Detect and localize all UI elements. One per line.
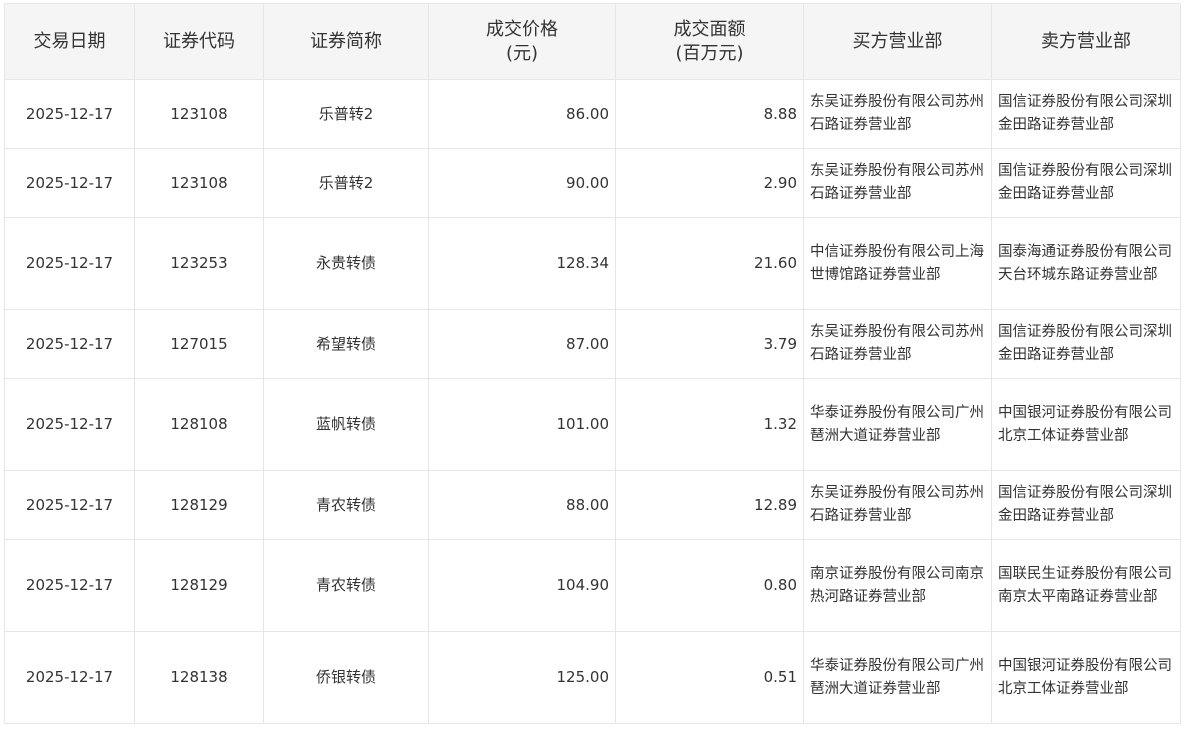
cell-trade-price: 87.00 [428, 309, 616, 379]
cell-security-code: 128129 [134, 470, 264, 540]
cell-buyer-branch: 东吴证券股份有限公司苏州石路证券营业部 [803, 309, 992, 379]
cell-trade-price: 104.90 [428, 539, 616, 632]
cell-trade-price: 125.00 [428, 631, 616, 724]
cell-trade-date: 2025-12-17 [4, 470, 135, 540]
cell-security-code: 128129 [134, 539, 264, 632]
cell-security-name: 乐普转2 [263, 148, 429, 218]
cell-trade-price: 86.00 [428, 79, 616, 149]
cell-security-name: 青农转债 [263, 539, 429, 632]
cell-buyer-branch: 南京证券股份有限公司南京热河路证券营业部 [803, 539, 992, 632]
cell-security-code: 123253 [134, 217, 264, 310]
cell-buyer-branch: 华泰证券股份有限公司广州琶洲大道证券营业部 [803, 631, 992, 724]
table-row: 2025-12-17 128108 蓝帆转债 101.00 1.32 华泰证券股… [4, 378, 1181, 471]
table-row: 2025-12-17 128129 青农转债 104.90 0.80 南京证券股… [4, 539, 1181, 632]
cell-trade-amount: 0.80 [615, 539, 804, 632]
cell-seller-branch: 国信证券股份有限公司深圳金田路证券营业部 [991, 79, 1181, 149]
cell-trade-amount: 2.90 [615, 148, 804, 218]
cell-buyer-branch: 东吴证券股份有限公司苏州石路证券营业部 [803, 148, 992, 218]
cell-security-name: 希望转债 [263, 309, 429, 379]
header-trade-date[interactable]: 交易日期 [4, 3, 135, 80]
cell-trade-price: 88.00 [428, 470, 616, 540]
table-row: 2025-12-17 123108 乐普转2 86.00 8.88 东吴证券股份… [4, 79, 1181, 149]
cell-security-name: 乐普转2 [263, 79, 429, 149]
cell-security-name: 永贵转债 [263, 217, 429, 310]
block-trade-table: 交易日期 证券代码 证券简称 成交价格 (元) 成交面额 (百万元) 买方营业部 卖… [4, 3, 1181, 724]
block-trade-table-container: 交易日期 证券代码 证券简称 成交价格 (元) 成交面额 (百万元) 买方营业部 卖… [4, 3, 1181, 724]
header-trade-price[interactable]: 成交价格 (元) [428, 3, 616, 80]
cell-trade-date: 2025-12-17 [4, 378, 135, 471]
cell-trade-amount: 0.51 [615, 631, 804, 724]
table-row: 2025-12-17 127015 希望转债 87.00 3.79 东吴证券股份… [4, 309, 1181, 379]
header-trade-amount[interactable]: 成交面额 (百万元) [615, 3, 804, 80]
cell-seller-branch: 国信证券股份有限公司深圳金田路证券营业部 [991, 309, 1181, 379]
cell-trade-price: 128.34 [428, 217, 616, 310]
header-security-name[interactable]: 证券简称 [263, 3, 429, 80]
cell-seller-branch: 国信证券股份有限公司深圳金田路证券营业部 [991, 148, 1181, 218]
cell-security-code: 128108 [134, 378, 264, 471]
cell-security-code: 128138 [134, 631, 264, 724]
cell-seller-branch: 中国银河证券股份有限公司北京工体证券营业部 [991, 631, 1181, 724]
cell-trade-amount: 12.89 [615, 470, 804, 540]
cell-trade-amount: 8.88 [615, 79, 804, 149]
cell-trade-date: 2025-12-17 [4, 217, 135, 310]
cell-security-code: 127015 [134, 309, 264, 379]
cell-buyer-branch: 东吴证券股份有限公司苏州石路证券营业部 [803, 79, 992, 149]
cell-seller-branch: 国信证券股份有限公司深圳金田路证券营业部 [991, 470, 1181, 540]
cell-buyer-branch: 东吴证券股份有限公司苏州石路证券营业部 [803, 470, 992, 540]
cell-seller-branch: 国泰海通证券股份有限公司天台环城东路证券营业部 [991, 217, 1181, 310]
cell-security-name: 青农转债 [263, 470, 429, 540]
cell-trade-date: 2025-12-17 [4, 539, 135, 632]
header-seller-branch[interactable]: 卖方营业部 [991, 3, 1181, 80]
table-header-row: 交易日期 证券代码 证券简称 成交价格 (元) 成交面额 (百万元) 买方营业部 卖… [4, 3, 1181, 80]
table-row: 2025-12-17 123253 永贵转债 128.34 21.60 中信证券… [4, 217, 1181, 310]
header-buyer-branch[interactable]: 买方营业部 [803, 3, 992, 80]
cell-buyer-branch: 华泰证券股份有限公司广州琶洲大道证券营业部 [803, 378, 992, 471]
cell-buyer-branch: 中信证券股份有限公司上海世博馆路证券营业部 [803, 217, 992, 310]
cell-trade-date: 2025-12-17 [4, 631, 135, 724]
cell-security-name: 蓝帆转债 [263, 378, 429, 471]
cell-security-name: 侨银转债 [263, 631, 429, 724]
table-row: 2025-12-17 128138 侨银转债 125.00 0.51 华泰证券股… [4, 631, 1181, 724]
cell-trade-date: 2025-12-17 [4, 79, 135, 149]
cell-trade-amount: 1.32 [615, 378, 804, 471]
cell-trade-amount: 21.60 [615, 217, 804, 310]
table-row: 2025-12-17 123108 乐普转2 90.00 2.90 东吴证券股份… [4, 148, 1181, 218]
cell-trade-date: 2025-12-17 [4, 148, 135, 218]
cell-seller-branch: 中国银河证券股份有限公司北京工体证券营业部 [991, 378, 1181, 471]
header-security-code[interactable]: 证券代码 [134, 3, 264, 80]
cell-trade-price: 90.00 [428, 148, 616, 218]
table-row: 2025-12-17 128129 青农转债 88.00 12.89 东吴证券股… [4, 470, 1181, 540]
cell-trade-date: 2025-12-17 [4, 309, 135, 379]
cell-trade-amount: 3.79 [615, 309, 804, 379]
cell-security-code: 123108 [134, 148, 264, 218]
cell-seller-branch: 国联民生证券股份有限公司南京太平南路证券营业部 [991, 539, 1181, 632]
cell-trade-price: 101.00 [428, 378, 616, 471]
cell-security-code: 123108 [134, 79, 264, 149]
